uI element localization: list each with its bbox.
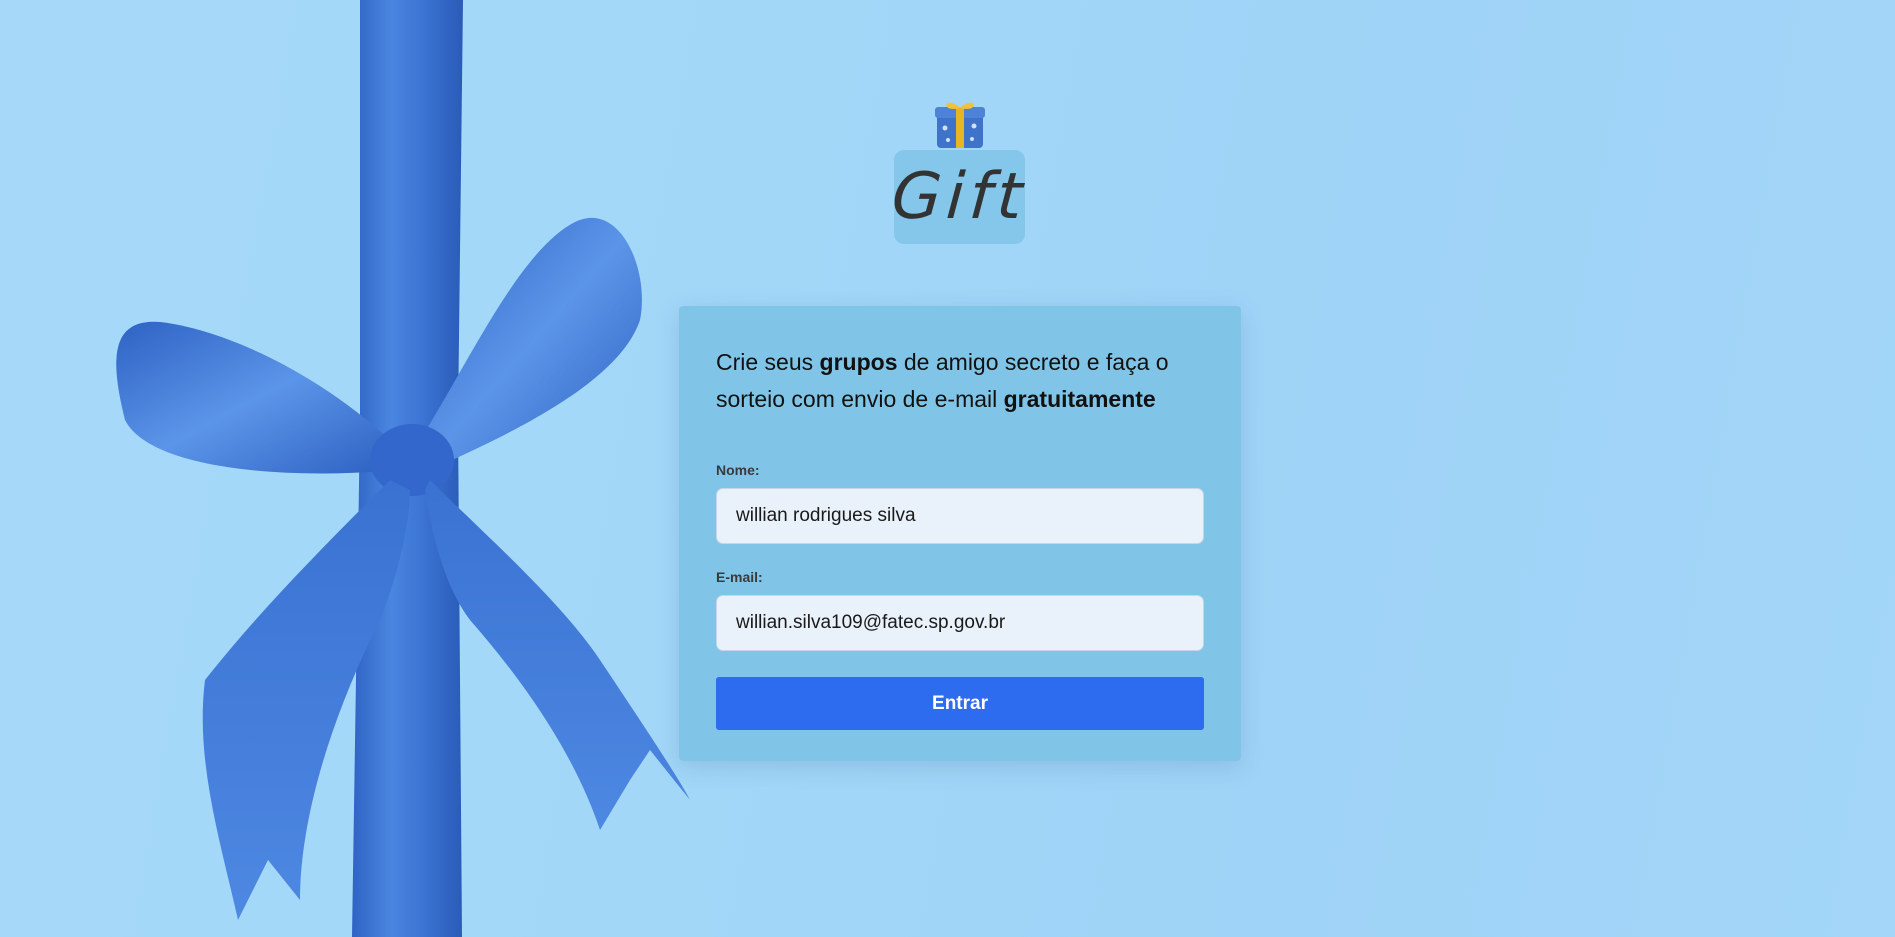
enter-button[interactable]: Entrar: [716, 677, 1204, 730]
intro-text-part: Crie seus: [716, 349, 820, 375]
email-input[interactable]: [716, 595, 1204, 651]
intro-text: Crie seus grupos de amigo secreto e faça…: [716, 344, 1204, 418]
ribbon-background-image: [116, 0, 690, 937]
logo-badge: Gift: [889, 150, 1030, 244]
intro-text-bold: gratuitamente: [1003, 386, 1156, 412]
intro-text-bold: grupos: [819, 349, 898, 375]
login-card: Crie seus grupos de amigo secreto e faça…: [679, 306, 1241, 761]
app-logo: Gift: [889, 98, 1030, 244]
gift-box-icon: [934, 102, 985, 148]
email-label: E-mail:: [716, 569, 763, 585]
name-input[interactable]: [716, 488, 1204, 544]
logo-text: Gift: [889, 160, 1030, 234]
name-label: Nome:: [716, 462, 760, 478]
